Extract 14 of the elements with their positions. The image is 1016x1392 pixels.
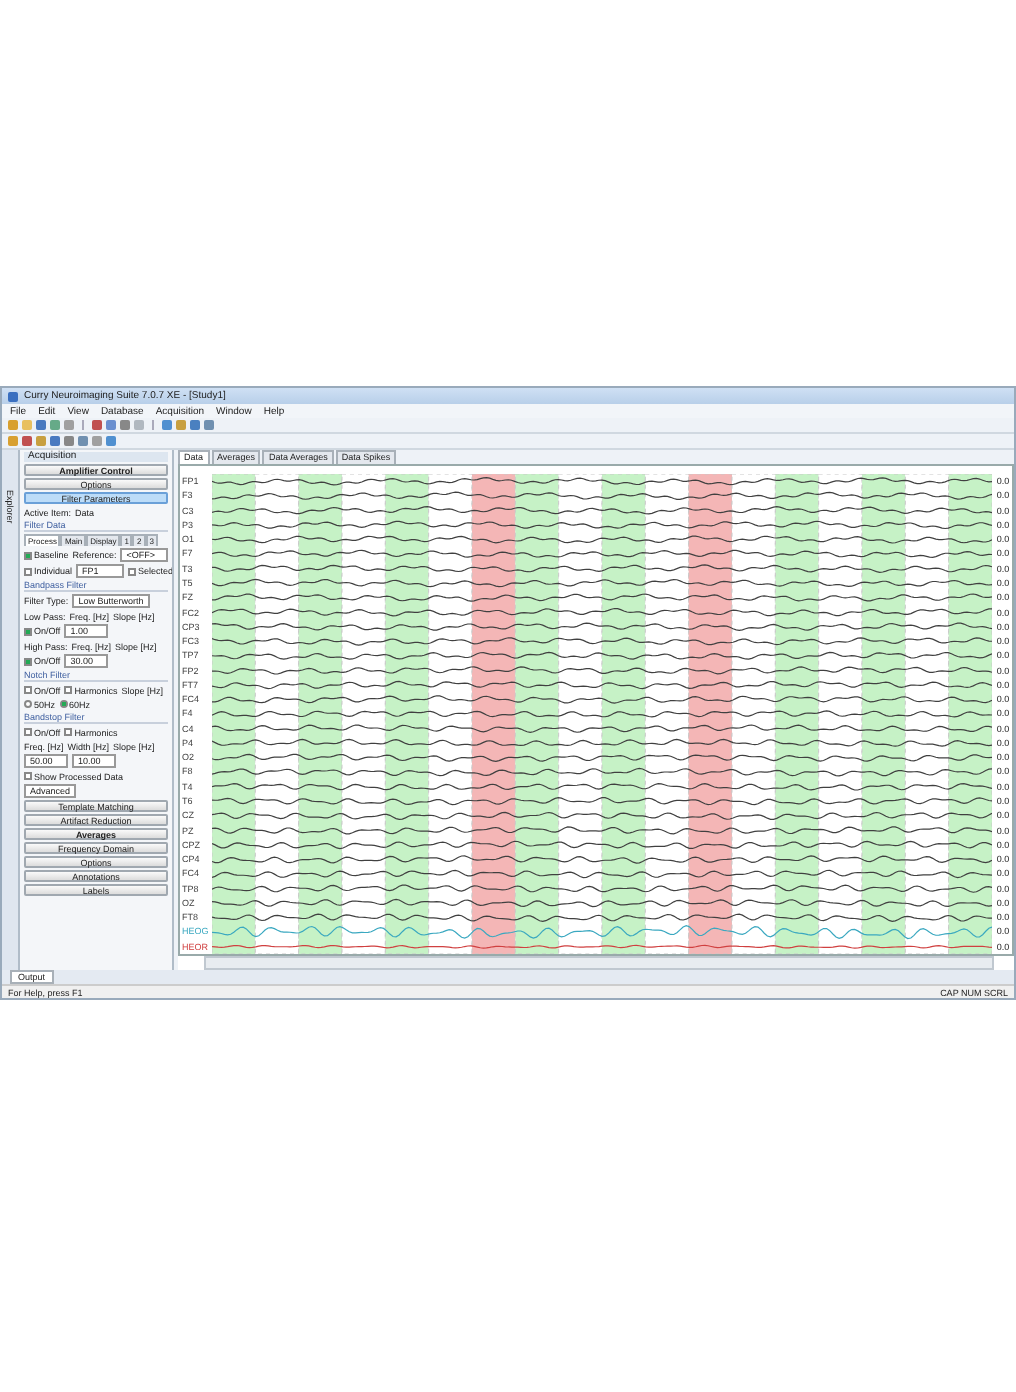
checkbox[interactable] xyxy=(24,772,32,780)
checkbox[interactable] xyxy=(24,657,32,665)
scrollbar[interactable] xyxy=(204,956,994,970)
checkbox[interactable] xyxy=(64,728,73,736)
checkbox[interactable] xyxy=(64,686,73,694)
radio-button[interactable] xyxy=(24,700,32,708)
checkbox[interactable] xyxy=(24,686,32,694)
checkbox[interactable] xyxy=(24,567,32,575)
checkbox[interactable] xyxy=(24,627,32,635)
checkbox[interactable] xyxy=(128,567,137,575)
app-icon xyxy=(8,391,18,401)
radio-button[interactable] xyxy=(59,700,68,708)
checkbox[interactable] xyxy=(24,728,32,736)
checkbox[interactable] xyxy=(24,551,32,559)
